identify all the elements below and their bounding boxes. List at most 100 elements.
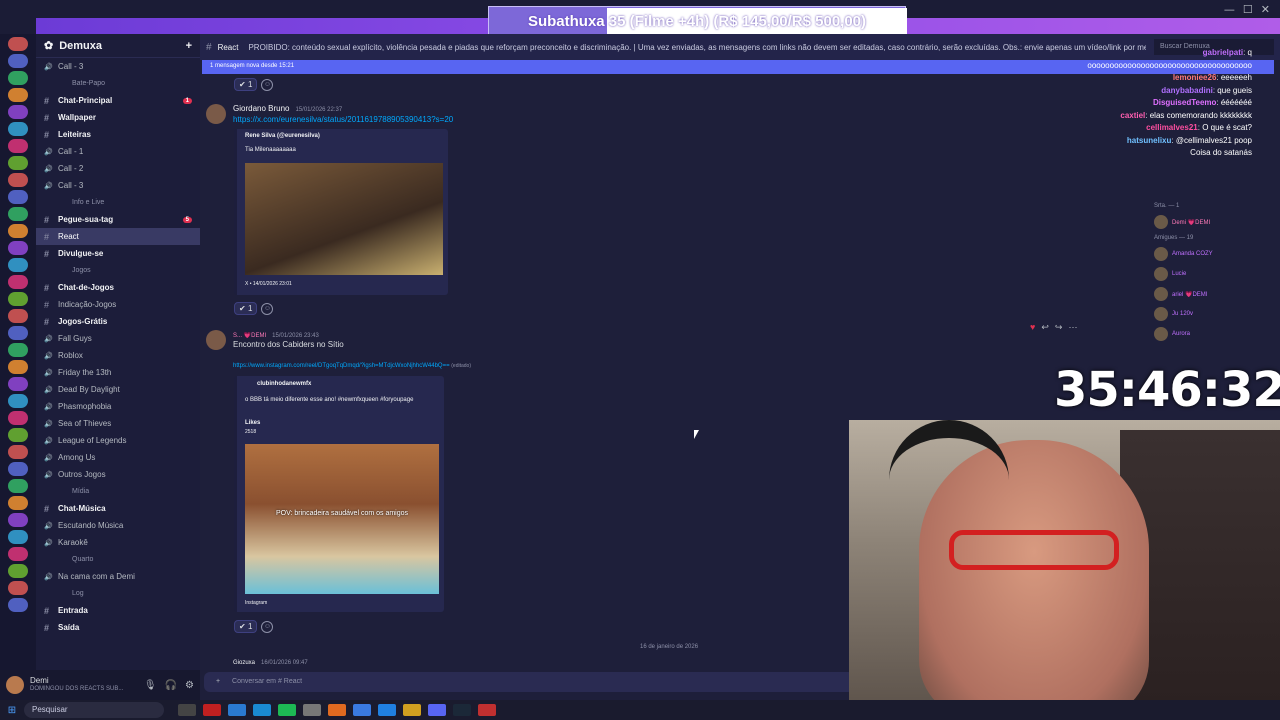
server-icon[interactable] xyxy=(8,37,28,51)
member-item[interactable]: Amanda COZY xyxy=(1148,244,1280,264)
app-icon-red[interactable] xyxy=(477,704,496,716)
member-item[interactable]: Lucie xyxy=(1148,264,1280,284)
calculator-icon[interactable] xyxy=(302,704,321,716)
message-author[interactable]: Giozuxa 16/01/2026 09:47 xyxy=(233,660,308,666)
channel-item[interactable]: 🔊 Fall Guys xyxy=(36,330,200,347)
channel-category[interactable]: Bate-Papo xyxy=(36,75,200,92)
server-icon[interactable] xyxy=(8,241,28,255)
channel-item[interactable]: # Pegue-sua-tag 5 xyxy=(36,211,200,228)
server-icon[interactable] xyxy=(8,530,28,544)
embed-image[interactable] xyxy=(245,163,443,275)
member-item[interactable]: ariel 💗DEMI xyxy=(1148,284,1280,304)
more-icon[interactable]: ⋯ xyxy=(1068,322,1077,333)
server-icon[interactable] xyxy=(8,343,28,357)
gear-icon[interactable]: ⚙ xyxy=(185,680,194,691)
server-icon[interactable] xyxy=(8,122,28,136)
channel-item[interactable]: 🔊 Roblox xyxy=(36,347,200,364)
server-icon[interactable] xyxy=(8,156,28,170)
forward-icon[interactable]: ↪ xyxy=(1055,322,1063,333)
channel-category[interactable]: Jogos xyxy=(36,262,200,279)
server-icon[interactable] xyxy=(8,190,28,204)
channel-item[interactable]: 🔊 Friday the 13th xyxy=(36,364,200,381)
firefox-icon[interactable] xyxy=(327,704,346,716)
message-link[interactable]: https://x.com/eurenesilva/status/2011619… xyxy=(233,115,453,124)
embed-image[interactable]: POV: brincadeira saudável com os amigos xyxy=(245,444,439,594)
edge-icon[interactable] xyxy=(227,704,246,716)
embed-author[interactable]: clubinhodanewmfx xyxy=(245,381,311,387)
server-icon[interactable] xyxy=(8,581,28,595)
channel-topic[interactable]: PROIBIDO: conteúdo sexual explícito, vio… xyxy=(248,43,1146,52)
server-icon[interactable] xyxy=(8,564,28,578)
channel-item[interactable]: 🔊 Na cama com a Demi xyxy=(36,568,200,585)
member-item[interactable]: Aurora xyxy=(1148,324,1280,344)
message-author[interactable]: Giordano Bruno 15/01/2026 22:37 xyxy=(233,104,342,113)
server-icon[interactable] xyxy=(8,496,28,510)
member-item[interactable]: Ju 120v xyxy=(1148,304,1280,324)
channel-item[interactable]: # Chat-de-Jogos xyxy=(36,279,200,296)
channel-item[interactable]: # Entrada xyxy=(36,602,200,619)
channel-category[interactable]: Quarto xyxy=(36,551,200,568)
minimize-icon[interactable]: — xyxy=(1224,3,1235,16)
file-explorer-icon[interactable] xyxy=(402,704,421,716)
server-icon[interactable] xyxy=(8,88,28,102)
task-view-icon[interactable] xyxy=(177,704,196,716)
channel-item[interactable]: # React xyxy=(36,228,200,245)
channel-category[interactable]: Mídia xyxy=(36,483,200,500)
guild-header[interactable]: ✿ Demuxa + xyxy=(36,34,200,58)
channel-item[interactable]: 🔊 Call - 2 xyxy=(36,160,200,177)
channel-item[interactable]: # Wallpaper xyxy=(36,109,200,126)
discord-icon[interactable] xyxy=(427,704,446,716)
steam-icon[interactable] xyxy=(452,704,471,716)
server-icon[interactable] xyxy=(8,445,28,459)
add-member-icon[interactable]: + xyxy=(186,40,192,52)
app-icon[interactable] xyxy=(352,704,371,716)
add-reaction-icon[interactable]: ☺ xyxy=(261,302,274,315)
maximize-icon[interactable]: ☐ xyxy=(1243,3,1253,16)
server-icon[interactable] xyxy=(8,547,28,561)
server-icon[interactable] xyxy=(8,139,28,153)
close-icon[interactable]: ✕ xyxy=(1261,3,1270,16)
channel-item[interactable]: 🔊 Call - 1 xyxy=(36,143,200,160)
server-icon[interactable] xyxy=(8,377,28,391)
reaction-check[interactable]: ✔ 1 xyxy=(234,302,258,315)
message-link[interactable]: https://www.instagram.com/reel/DTgoqTqDm… xyxy=(233,363,450,369)
avatar[interactable] xyxy=(206,330,226,350)
add-reaction-icon[interactable]: ☺ xyxy=(261,620,274,633)
server-icon[interactable] xyxy=(8,105,28,119)
avatar[interactable] xyxy=(206,104,226,124)
server-icon[interactable] xyxy=(8,207,28,221)
server-icon[interactable] xyxy=(8,173,28,187)
channel-item[interactable]: 🔊 Dead By Daylight xyxy=(36,381,200,398)
obs-icon[interactable] xyxy=(377,704,396,716)
member-item[interactable]: Demi 💗DEMI xyxy=(1148,212,1280,232)
author-name[interactable]: S... 💗DEMI xyxy=(233,333,266,339)
reply-icon[interactable]: ↩ xyxy=(1041,322,1049,333)
channel-item[interactable]: # Jogos-Grátis xyxy=(36,313,200,330)
windows-start-icon[interactable]: ⊞ xyxy=(0,705,24,716)
server-icon[interactable] xyxy=(8,71,28,85)
channel-item[interactable]: # Leiteiras xyxy=(36,126,200,143)
channel-item[interactable]: # Divulgue-se xyxy=(36,245,200,262)
server-icon[interactable] xyxy=(8,411,28,425)
channel-category[interactable]: Info e Live xyxy=(36,194,200,211)
channel-item[interactable]: 🔊 Call - 3 xyxy=(36,177,200,194)
channel-item[interactable]: 🔊 Call - 3 xyxy=(36,58,200,75)
channel-item[interactable]: # Chat-Principal 1 xyxy=(36,92,200,109)
add-reaction-icon[interactable]: ☺ xyxy=(261,78,274,91)
channel-item[interactable]: 🔊 Escutando Música xyxy=(36,517,200,534)
channel-item[interactable]: 🔊 Karaokê xyxy=(36,534,200,551)
channel-item[interactable]: 🔊 Phasmophobia xyxy=(36,398,200,415)
server-icon[interactable] xyxy=(8,309,28,323)
server-icon[interactable] xyxy=(8,54,28,68)
spotify-icon[interactable] xyxy=(277,704,296,716)
heart-icon[interactable]: ♥ xyxy=(1030,322,1035,333)
store-icon[interactable] xyxy=(252,704,271,716)
channel-item[interactable]: 🔊 Outros Jogos xyxy=(36,466,200,483)
taskbar-search-input[interactable]: Pesquisar xyxy=(24,702,164,718)
channel-category[interactable]: Log xyxy=(36,585,200,602)
headphones-icon[interactable]: 🎧 xyxy=(165,680,177,691)
channel-item[interactable]: 🔊 Sea of Thieves xyxy=(36,415,200,432)
server-icon[interactable] xyxy=(8,360,28,374)
reaction-check[interactable]: ✔ 1 xyxy=(234,620,258,633)
author-name[interactable]: Giordano Bruno xyxy=(233,104,289,113)
